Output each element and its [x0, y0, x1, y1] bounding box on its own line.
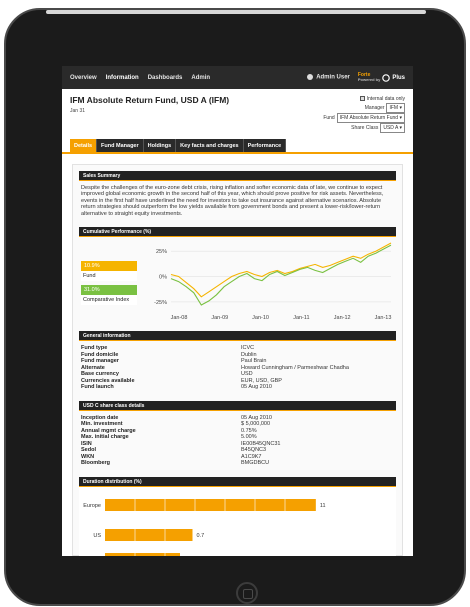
user-name: Admin User	[316, 74, 350, 81]
y-tick-label: 0%	[159, 275, 167, 281]
details-panel: Sales Summary Despite the challenges of …	[72, 164, 403, 556]
fund-label: Fund	[323, 115, 335, 121]
info-key: Fund launch	[81, 384, 114, 391]
tab-holdings[interactable]: Holdings	[143, 139, 177, 152]
bar-value-label: 0.7	[197, 533, 205, 539]
info-key: Bloomberg	[81, 460, 111, 467]
sales-summary-text: Despite the challenges of the euro-zone …	[81, 185, 384, 217]
y-tick-label: -25%	[154, 300, 167, 306]
internal-checkbox[interactable]	[359, 96, 365, 102]
sales-summary-section: Sales Summary Despite the challenges of …	[79, 171, 396, 221]
bar-value-label: 11	[320, 503, 326, 509]
tab-fund-manager[interactable]: Fund Manager	[97, 139, 144, 152]
category-label: US	[93, 533, 101, 539]
nav-overview[interactable]: Overview	[70, 75, 97, 81]
logo-sub: Powered by	[357, 77, 381, 82]
general-info-table: Fund type ICVC Fund domicile Dublin Fund man…	[79, 341, 396, 395]
share-class-label: Share Class	[351, 125, 379, 131]
section-heading: Duration distribution (%)	[79, 476, 396, 487]
tab-performance[interactable]: Performance	[243, 139, 287, 152]
info-value: BMGDBCU	[241, 460, 270, 467]
category-label: Europe	[83, 503, 101, 509]
fund-value: IFM Absolute Return Fund	[339, 115, 399, 121]
internal-label: Internal data only	[366, 96, 405, 102]
info-value: 05 Aug 2010	[241, 384, 272, 391]
section-heading: USD C share class details	[79, 400, 396, 411]
share-class-table: Inception date 05 Aug 2010 Min. investment…	[79, 411, 396, 471]
logo-plus: Plus	[392, 74, 405, 81]
logo-mark-icon	[382, 73, 391, 82]
series-line-index	[170, 244, 392, 306]
performance-section: Cumulative Performance (%) 10.9% Fund 31…	[79, 227, 396, 325]
x-tick-label: Jan-13	[375, 315, 392, 321]
tab-details[interactable]: Details	[70, 139, 98, 152]
duration-bar	[105, 528, 193, 541]
share-class-value: USD A	[383, 125, 399, 131]
user-icon	[307, 74, 314, 81]
legend-fund-label: Fund	[81, 271, 137, 282]
x-tick-label: Jan-09	[211, 315, 228, 321]
nav-right: Admin User Forte Powered by Plus	[307, 73, 405, 82]
brand-logo: Forte Powered by Plus	[358, 73, 405, 82]
legend-fund-value: 10.9%	[81, 261, 137, 272]
duration-section: Duration distribution (%) Europe 11 US 0.7	[79, 476, 396, 556]
manager-value: IFM	[389, 105, 399, 111]
top-nav: Overview Information Dashboards Admin Ad…	[62, 66, 413, 89]
info-row: Fund launch 05 Aug 2010	[81, 384, 394, 391]
header-filters: Internal data only Manager IFM ▾ Fund IFM …	[323, 95, 405, 133]
section-heading: Cumulative Performance (%)	[79, 227, 396, 238]
performance-chart-area: 10.9% Fund 31.0% Comparative Index 25% 0%…	[79, 237, 396, 325]
share-class-select[interactable]: USD A ▾	[380, 123, 405, 133]
duration-chart-area: Europe 11 US 0.7	[79, 486, 396, 556]
y-tick-label: 25%	[156, 249, 167, 255]
performance-chart: 25% 0% -25% Jan-08 Jan-09 Jan-10 Jan-11 Jan-12 J…	[154, 242, 392, 321]
info-row: Bloomberg BMGDBCU	[81, 460, 394, 467]
x-tick-label: Jan-10	[252, 315, 269, 321]
duration-chart: Europe 11 US 0.7	[83, 498, 326, 556]
x-tick-label: Jan-08	[171, 315, 188, 321]
nav-information[interactable]: Information	[106, 75, 139, 81]
legend-index-value: 31.0%	[81, 285, 137, 296]
tab-key-facts[interactable]: Key facts and charges	[176, 139, 244, 152]
info-value: Howard Cunningham / Parmeshwar Chadha	[241, 364, 349, 371]
general-info-section: General information Fund type ICVC Fund do…	[79, 331, 396, 395]
x-tick-label: Jan-11	[293, 315, 309, 321]
manager-label: Manager	[364, 105, 385, 111]
x-tick-label: Jan-12	[334, 315, 351, 321]
share-class-section: USD C share class details Inception date…	[79, 400, 396, 471]
section-heading: Sales Summary	[79, 171, 396, 181]
home-button[interactable]	[236, 582, 258, 604]
duration-bar	[105, 498, 316, 511]
manager-select[interactable]: IFM ▾	[386, 103, 405, 113]
user-menu[interactable]: Admin User	[307, 74, 350, 81]
duration-bar	[105, 552, 180, 556]
nav-dashboards[interactable]: Dashboards	[148, 75, 183, 81]
page-header: IFM Absolute Return Fund, USD A (IFM) Ja…	[62, 89, 413, 139]
legend-index-label: Comparative Index	[81, 295, 137, 306]
section-heading: General information	[79, 331, 396, 342]
nav-admin[interactable]: Admin	[191, 75, 210, 81]
tablet-top-edge	[46, 10, 426, 14]
tab-bar: Details Fund Manager Holdings Key facts …	[62, 139, 413, 154]
fund-select[interactable]: IFM Absolute Return Fund ▾	[336, 113, 405, 123]
screen: Overview Information Dashboards Admin Ad…	[62, 66, 413, 556]
